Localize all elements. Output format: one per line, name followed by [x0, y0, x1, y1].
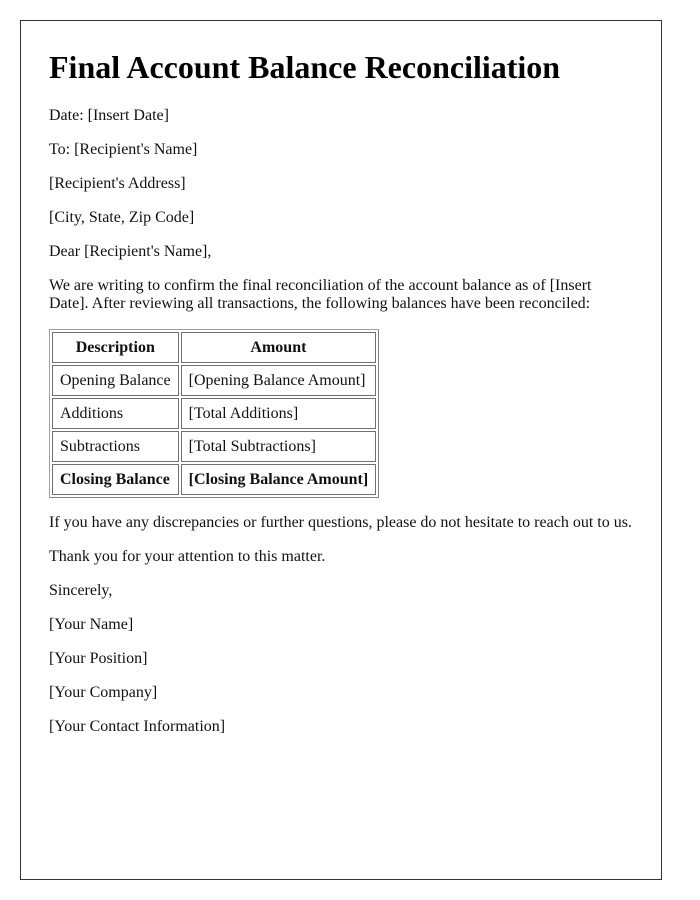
balance-table: Description Amount Opening Balance [Open…: [49, 329, 380, 498]
thanks-line: Thank you for your attention to this mat…: [49, 548, 326, 565]
signature-name: [Your Name]: [49, 616, 134, 633]
salutation: Dear [Recipient's Name],: [49, 243, 212, 260]
row-amount: [Closing Balance Amount]: [180, 464, 377, 495]
row-amount: [Total Additions]: [180, 398, 377, 429]
table-row: Subtractions [Total Subtractions]: [52, 431, 377, 462]
recipient-city-line: [City, State, Zip Code]: [49, 209, 195, 226]
intro-paragraph: We are writing to confirm the final reco…: [49, 277, 592, 312]
document-title: Final Account Balance Reconciliation: [49, 49, 561, 85]
table-row: Additions [Total Additions]: [52, 398, 377, 429]
table-header-row: Description Amount: [52, 332, 377, 363]
row-description: Additions: [52, 398, 179, 429]
row-amount: [Total Subtractions]: [180, 431, 377, 462]
recipient-address-line: [Recipient's Address]: [49, 175, 186, 192]
date-line: Date: [Insert Date]: [49, 107, 169, 124]
recipient-name-line: To: [Recipient's Name]: [49, 141, 198, 158]
signature-contact: [Your Contact Information]: [49, 718, 226, 735]
row-description: Opening Balance: [52, 365, 179, 396]
row-description: Subtractions: [52, 431, 179, 462]
column-header-description: Description: [52, 332, 179, 363]
row-description: Closing Balance: [52, 464, 179, 495]
column-header-amount: Amount: [180, 332, 377, 363]
signature-company: [Your Company]: [49, 684, 158, 701]
letter-container: Final Account Balance Reconciliation Dat…: [20, 20, 662, 880]
table-row-total: Closing Balance [Closing Balance Amount]: [52, 464, 377, 495]
table-row: Opening Balance [Opening Balance Amount]: [52, 365, 377, 396]
signature-position: [Your Position]: [49, 650, 148, 667]
row-amount: [Opening Balance Amount]: [180, 365, 377, 396]
closing-line: Sincerely,: [49, 582, 113, 599]
discrepancy-note: If you have any discrepancies or further…: [49, 514, 632, 531]
